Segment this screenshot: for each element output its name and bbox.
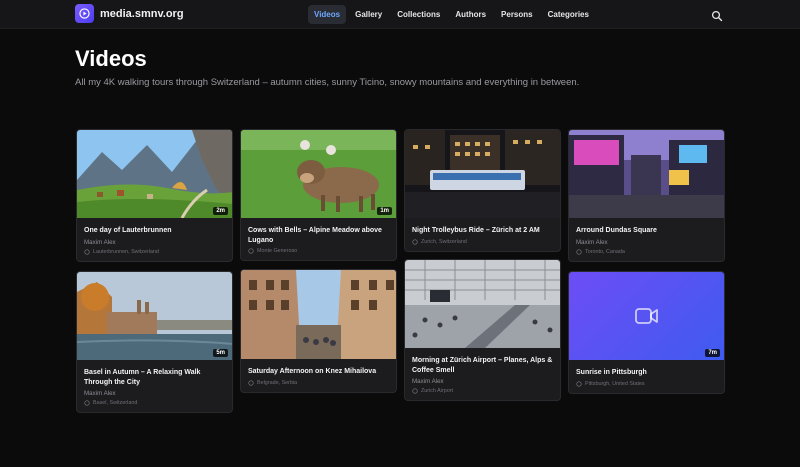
location-pin-icon — [248, 248, 254, 254]
video-location: Monte Generoso — [257, 248, 298, 254]
video-title[interactable]: Morning at Zürich Airport – Planes, Alps… — [412, 356, 553, 375]
location-pin-icon — [412, 388, 418, 394]
video-title[interactable]: Basel in Autumn – A Relaxing Walk Throug… — [84, 368, 225, 387]
duration-badge: 1m — [377, 207, 392, 215]
video-author[interactable]: Maxim Alex — [84, 239, 225, 246]
location-pin-icon — [412, 238, 418, 245]
video-location: Basel, Switzerland — [93, 400, 138, 406]
search-icon[interactable] — [711, 9, 723, 22]
video-thumbnail[interactable]: 1m — [241, 130, 396, 218]
video-author[interactable]: Maxim Alex — [84, 390, 225, 397]
duration-badge: 2m — [213, 207, 228, 215]
video-title[interactable]: Sunrise in Pittsburgh — [576, 368, 717, 378]
site-logo[interactable]: media.smnv.org — [75, 4, 184, 23]
video-title[interactable]: Arround Dundas Square — [576, 226, 717, 236]
nav-videos[interactable]: Videos — [308, 5, 347, 24]
top-navbar: media.smnv.org Videos Gallery Collection… — [0, 0, 800, 29]
video-location: Lauterbrunnen, Switzerland — [93, 248, 159, 255]
video-card[interactable]: Night Trolleybus Ride – Zürich at 2 AM Z… — [404, 129, 561, 252]
location-pin-icon — [576, 380, 582, 387]
location-pin-icon — [248, 379, 254, 386]
video-title[interactable]: Saturday Afternoon on Knez Mihailova — [248, 367, 389, 377]
video-location: Zurich Airport — [421, 388, 454, 394]
video-card[interactable]: 7m Sunrise in Pittsburgh Pittsburgh, Uni… — [568, 271, 725, 394]
logo-play-icon — [75, 4, 94, 23]
video-author[interactable]: Maxim Alex — [412, 378, 553, 385]
video-title[interactable]: Cows with Bells – Alpine Meadow above Lu… — [248, 226, 389, 245]
page-subtitle: All my 4K walking tours through Switzerl… — [75, 77, 580, 88]
video-location: Belgrade, Serbia — [257, 379, 298, 386]
video-thumbnail[interactable]: 2m — [77, 130, 232, 218]
video-card[interactable]: 1m Cows with Bells – Alpine Meadow above… — [240, 129, 397, 261]
nav-persons[interactable]: Persons — [495, 5, 539, 24]
video-card[interactable]: Arround Dundas Square Maxim Alex Toronto… — [568, 129, 725, 262]
nav-authors[interactable]: Authors — [449, 5, 492, 24]
video-author[interactable]: Maxim Alex — [576, 239, 717, 246]
video-card[interactable]: 5m Basel in Autumn – A Relaxing Walk Thr… — [76, 271, 233, 413]
video-thumbnail[interactable]: 5m — [77, 272, 232, 360]
video-thumbnail[interactable] — [569, 130, 724, 218]
location-pin-icon — [84, 248, 90, 255]
video-thumbnail[interactable] — [241, 270, 396, 359]
nav-collections[interactable]: Collections — [391, 5, 446, 24]
location-pin-icon — [576, 248, 582, 255]
video-card[interactable]: Morning at Zürich Airport – Planes, Alps… — [404, 259, 561, 401]
duration-badge: 7m — [705, 349, 720, 357]
page-title: Videos — [75, 46, 147, 71]
video-location: Toronto, Canada — [585, 248, 625, 255]
video-thumbnail-placeholder[interactable]: 7m — [569, 272, 724, 360]
video-camera-icon — [635, 308, 658, 324]
video-title[interactable]: Night Trolleybus Ride – Zürich at 2 AM — [412, 226, 553, 236]
video-title[interactable]: One day of Lauterbrunnen — [84, 226, 225, 236]
nav-links: Videos Gallery Collections Authors Perso… — [308, 5, 598, 24]
video-location: Pittsburgh, United States — [585, 380, 645, 387]
nav-gallery[interactable]: Gallery — [349, 5, 388, 24]
site-name: media.smnv.org — [100, 7, 184, 20]
nav-categories[interactable]: Categories — [542, 5, 595, 24]
duration-badge: 5m — [213, 349, 228, 357]
video-thumbnail[interactable] — [405, 130, 560, 218]
video-location: Zurich, Switzerland — [421, 238, 467, 245]
video-thumbnail[interactable] — [405, 260, 560, 348]
location-pin-icon — [84, 400, 90, 406]
video-card[interactable]: 2m One day of Lauterbrunnen Maxim Alex L… — [76, 129, 233, 262]
video-card[interactable]: Saturday Afternoon on Knez Mihailova Bel… — [240, 269, 397, 393]
